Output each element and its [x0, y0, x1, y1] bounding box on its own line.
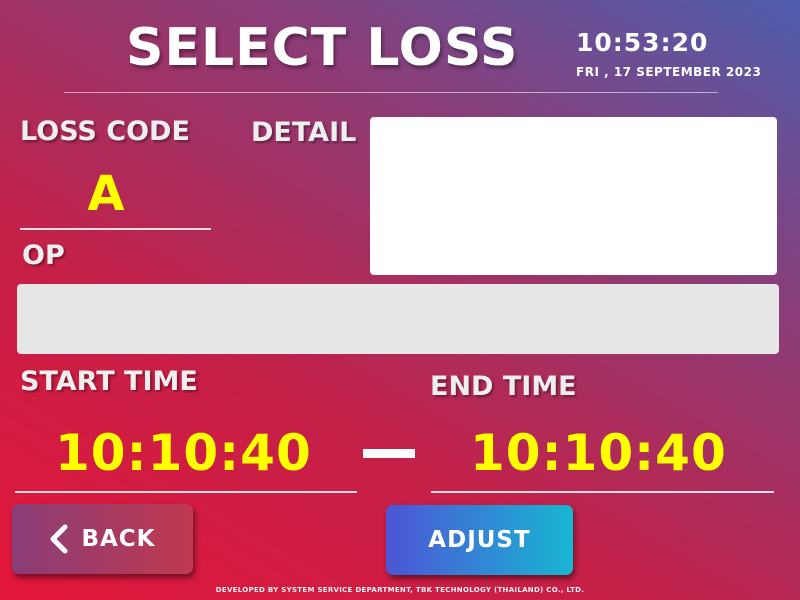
loss-code-label: LOSS CODE [20, 116, 190, 147]
detail-label: DETAIL [251, 117, 357, 148]
page-title: SELECT LOSS [126, 18, 519, 78]
op-label: OP [22, 240, 65, 271]
chevron-left-icon [49, 524, 69, 554]
time-range-dash [363, 449, 415, 458]
detail-field[interactable] [370, 117, 777, 275]
adjust-button-label: ADJUST [428, 527, 531, 553]
op-field[interactable] [17, 284, 779, 354]
adjust-button[interactable]: ADJUST [386, 505, 573, 575]
back-button-label: BACK [81, 526, 156, 552]
end-time-underline [431, 491, 774, 493]
header-divider [64, 92, 718, 93]
start-time-label: START TIME [20, 366, 198, 397]
loss-code-value[interactable]: A [20, 170, 192, 218]
loss-code-underline [20, 228, 211, 230]
end-time-label: END TIME [430, 371, 577, 402]
back-button[interactable]: BACK [12, 504, 193, 574]
footer-credit: DEVELOPED BY SYSTEM SERVICE DEPARTMENT, … [215, 586, 585, 594]
start-time-value[interactable]: 10:10:40 [55, 428, 312, 478]
current-time: 10:53:20 [576, 28, 709, 57]
current-date: FRI , 17 SEPTEMBER 2023 [576, 65, 762, 79]
start-time-underline [15, 491, 357, 493]
end-time-value[interactable]: 10:10:40 [470, 428, 727, 478]
